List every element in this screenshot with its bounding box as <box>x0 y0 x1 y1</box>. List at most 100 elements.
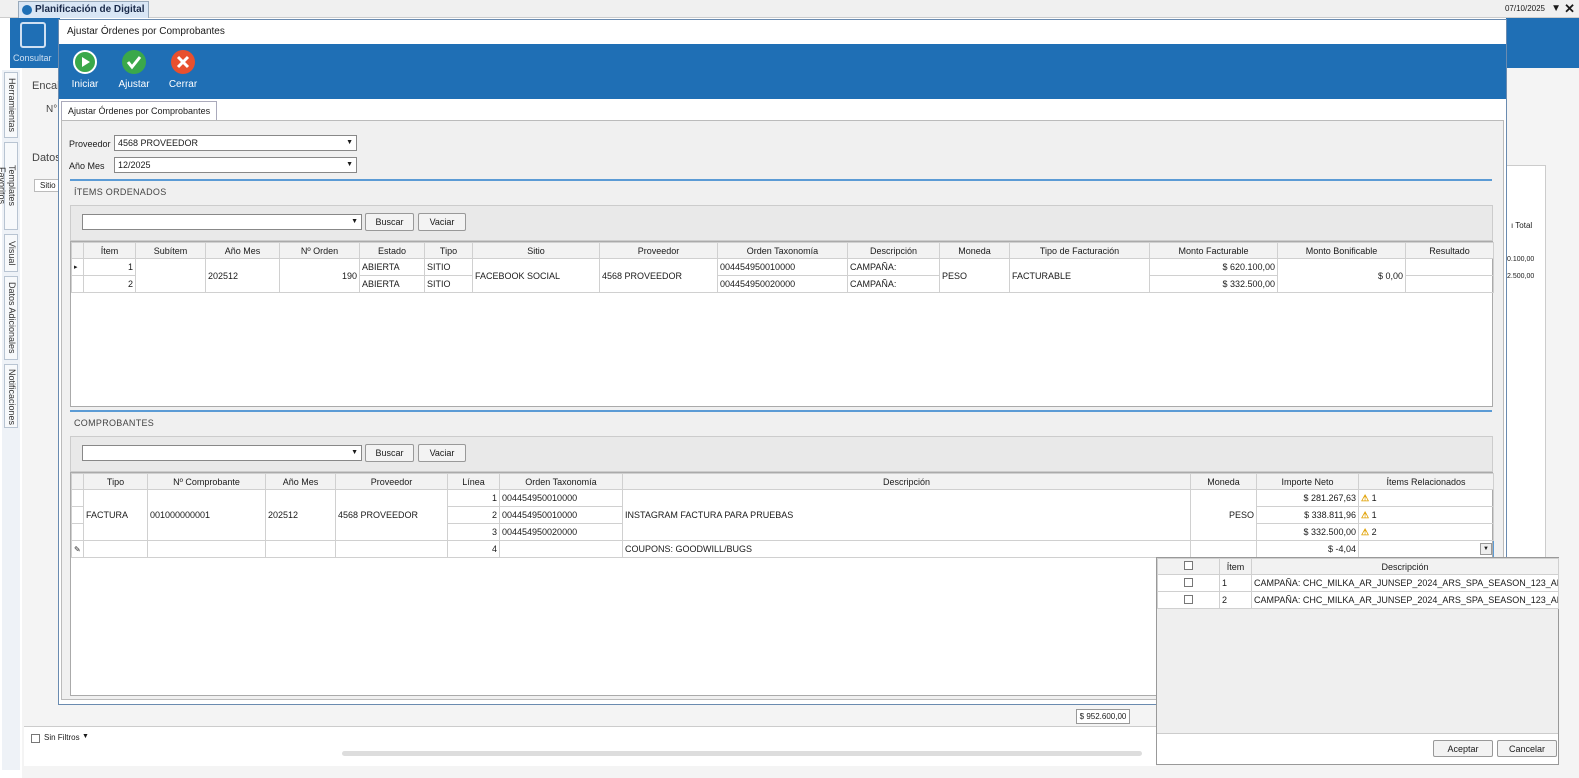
linea-cell[interactable]: 4 <box>447 540 500 558</box>
aniomes-cell[interactable]: 202512 <box>205 258 280 293</box>
items-buscar-button[interactable]: Buscar <box>365 213 414 231</box>
tab-ajustar[interactable]: Ajustar Órdenes por Comprobantes <box>61 101 218 120</box>
side-tab-notificaciones[interactable]: Notificaciones <box>4 364 18 428</box>
descripcion-cell[interactable]: INSTAGRAM FACTURA PARA PRUEBAS <box>622 489 1191 541</box>
app-tab[interactable]: Planificación de Digital <box>18 1 150 18</box>
comprobantes-vaciar-button[interactable]: Vaciar <box>418 444 466 462</box>
checkbox-cell[interactable] <box>1157 574 1220 592</box>
aceptar-button[interactable]: Aceptar <box>1433 740 1493 757</box>
side-tab-herramientas[interactable]: Herramientas <box>4 72 18 138</box>
col-header[interactable]: Descripción <box>1251 558 1559 575</box>
taxonomia-cell[interactable]: 004454950010000 <box>499 506 623 524</box>
items-relacionados-cell[interactable]: ⚠ 2 <box>1358 523 1494 541</box>
descripcion-cell[interactable]: CAMPAÑA: CHC_MILKA_AR_JUNSEP_2024_ARS_SP… <box>1251 591 1559 609</box>
chevron-down-icon[interactable]: ▼ <box>351 215 358 229</box>
aniomes-select[interactable]: 12/2025 ▼ <box>114 157 357 173</box>
descripcion-cell[interactable]: CAMPAÑA: <box>847 275 940 293</box>
col-header[interactable]: Proveedor <box>335 473 448 490</box>
chevron-down-icon[interactable]: ▼ <box>346 136 353 150</box>
col-header[interactable]: Descripción <box>622 473 1191 490</box>
table-row[interactable]: ✎ 4 COUPONS: GOODWILL/BUGS $ -4,04 ▼ <box>71 540 1494 558</box>
importe-cell[interactable]: $ -4,04 <box>1256 540 1359 558</box>
importe-cell[interactable]: $ 281.267,63 <box>1256 489 1359 507</box>
tipo-cell[interactable]: SITIO <box>424 258 473 276</box>
taxonomia-cell[interactable] <box>499 540 623 558</box>
proveedor-select[interactable]: 4568 PROVEEDOR ▼ <box>114 135 357 151</box>
descripcion-cell[interactable]: COUPONS: GOODWILL/BUGS <box>622 540 1191 558</box>
col-header[interactable]: Orden Taxonomía <box>717 242 848 259</box>
proveedor-cell[interactable]: 4568 PROVEEDOR <box>599 258 718 293</box>
ajustar-button[interactable]: Ajustar <box>114 48 154 90</box>
items-search-input[interactable]: ▼ <box>82 214 362 230</box>
item-cell[interactable]: 1 <box>1219 574 1252 592</box>
estado-cell[interactable]: ABIERTA <box>359 275 425 293</box>
cancelar-button[interactable]: Cancelar <box>1497 740 1557 757</box>
monto-facturable-cell[interactable]: $ 332.500,00 <box>1149 275 1278 293</box>
horizontal-scrollbar[interactable] <box>342 751 1142 756</box>
taxonomia-cell[interactable]: 004454950010000 <box>499 489 623 507</box>
importe-cell[interactable]: $ 332.500,00 <box>1256 523 1359 541</box>
col-header[interactable]: Monto Facturable <box>1149 242 1278 259</box>
col-header[interactable]: Subítem <box>135 242 206 259</box>
col-header[interactable]: Moneda <box>1190 473 1257 490</box>
col-header[interactable]: Moneda <box>939 242 1010 259</box>
items-relacionados-editor[interactable]: ▼ <box>1358 540 1494 558</box>
col-header[interactable]: Nº Comprobante <box>147 473 266 490</box>
comprobantes-search-input[interactable]: ▼ <box>82 445 362 461</box>
moneda-cell[interactable] <box>1190 540 1257 558</box>
table-row[interactable]: FACTURA 001000000001 202512 4568 PROVEED… <box>71 489 1494 541</box>
close-icon[interactable]: ✕ <box>1564 1 1575 17</box>
col-header[interactable]: Tipo de Facturación <box>1009 242 1150 259</box>
col-header[interactable]: Año Mes <box>265 473 336 490</box>
col-header[interactable]: Resultado <box>1405 242 1494 259</box>
proveedor-cell[interactable]: 4568 PROVEEDOR <box>335 489 448 541</box>
aniomes-cell[interactable]: 202512 <box>265 489 336 541</box>
consult-icon[interactable] <box>20 22 46 48</box>
proveedor-cell[interactable] <box>335 540 448 558</box>
sitio-cell[interactable]: FACEBOOK SOCIAL <box>472 258 600 293</box>
col-header[interactable]: Nº Orden <box>279 242 360 259</box>
side-tab-templates[interactable]: Templates Favoritos <box>0 142 18 230</box>
side-tab-visual[interactable]: Visual <box>4 234 18 272</box>
numero-cell[interactable]: 001000000001 <box>147 489 266 541</box>
side-tab-datos-adicionales[interactable]: Datos Adicionales <box>4 276 18 360</box>
resultado-cell[interactable] <box>1405 275 1494 293</box>
select-all-checkbox[interactable] <box>1184 561 1193 570</box>
linea-cell[interactable]: 2 <box>447 506 500 524</box>
sin-filtros-dropdown-icon[interactable]: ▼ <box>82 733 89 740</box>
sin-filtros-checkbox[interactable] <box>31 734 40 743</box>
col-header[interactable]: Orden Taxonomía <box>499 473 623 490</box>
table-row[interactable]: ▸ 1 202512 190 ABIERTA SITIO FACEBOOK SO… <box>71 258 1494 293</box>
taxonomia-cell[interactable]: 004454950020000 <box>717 275 848 293</box>
monto-facturable-cell[interactable]: $ 620.100,00 <box>1149 258 1278 276</box>
chevron-down-icon[interactable]: ▼ <box>351 446 358 460</box>
linea-cell[interactable]: 1 <box>447 489 500 507</box>
select-all-cell[interactable] <box>1157 558 1220 575</box>
items-relacionados-cell[interactable]: ⚠ 1 <box>1358 506 1494 524</box>
linea-cell[interactable]: 3 <box>447 523 500 541</box>
chevron-down-icon[interactable]: ▼ <box>346 158 353 172</box>
comprobantes-buscar-button[interactable]: Buscar <box>365 444 414 462</box>
importe-cell[interactable]: $ 338.811,96 <box>1256 506 1359 524</box>
col-header[interactable]: Línea <box>447 473 500 490</box>
norden-cell[interactable]: 190 <box>279 258 360 293</box>
col-header[interactable]: Monto Bonificable <box>1277 242 1406 259</box>
numero-cell[interactable] <box>147 540 266 558</box>
tipo-cell[interactable] <box>83 540 148 558</box>
col-header[interactable]: Tipo <box>424 242 473 259</box>
col-header[interactable]: Proveedor <box>599 242 718 259</box>
sin-filtros-label[interactable]: Sin Filtros <box>44 733 80 742</box>
col-header[interactable]: Ítems Relacionados <box>1358 473 1494 490</box>
list-item[interactable]: 1 CAMPAÑA: CHC_MILKA_AR_JUNSEP_2024_ARS_… <box>1157 574 1559 592</box>
item-checkbox[interactable] <box>1184 594 1193 604</box>
list-item[interactable]: 2 CAMPAÑA: CHC_MILKA_AR_JUNSEP_2024_ARS_… <box>1157 591 1559 609</box>
items-relacionados-cell[interactable]: ⚠ 1 <box>1358 489 1494 507</box>
item-cell[interactable]: 2 <box>83 275 136 293</box>
col-header[interactable]: Estado <box>359 242 425 259</box>
tipo-cell[interactable]: FACTURA <box>83 489 148 541</box>
col-header[interactable]: Importe Neto <box>1256 473 1359 490</box>
col-header[interactable]: Tipo <box>83 473 148 490</box>
item-cell[interactable]: 1 <box>83 258 136 276</box>
descripcion-cell[interactable]: CAMPAÑA: <box>847 258 940 276</box>
subitem-cell[interactable] <box>135 258 206 293</box>
